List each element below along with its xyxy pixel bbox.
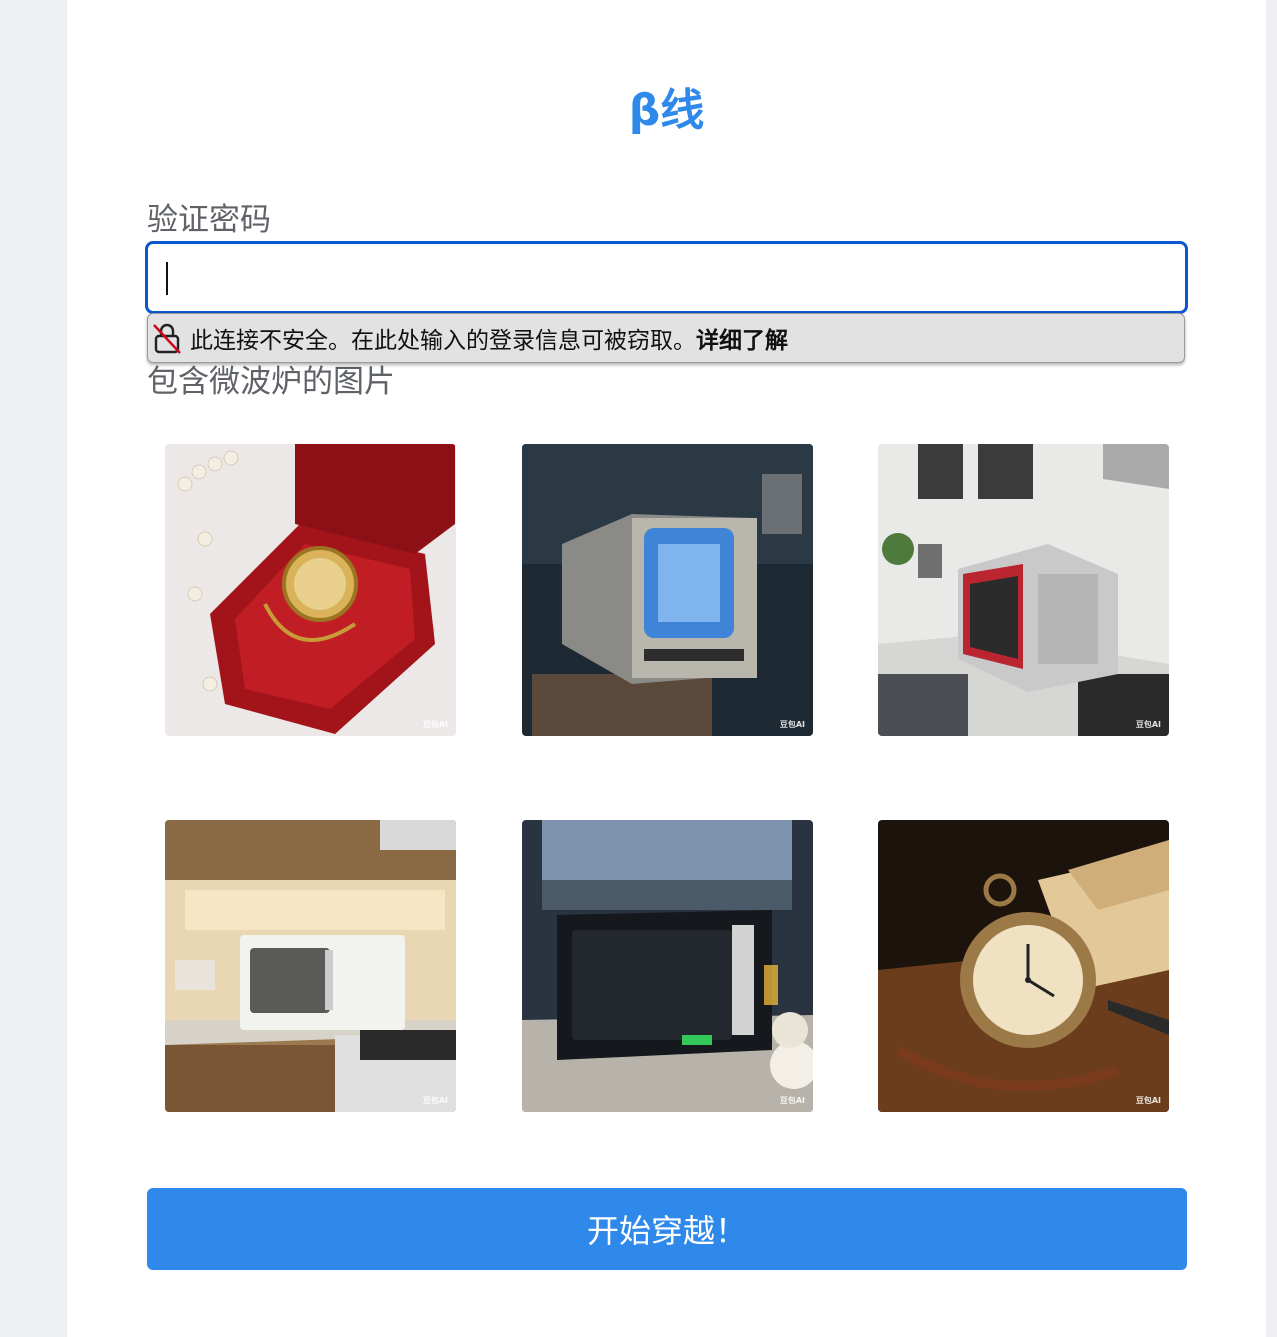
antique-pocket-watch-book-image (878, 820, 1169, 1112)
text-caret (166, 262, 168, 295)
page-title: β线 (628, 85, 705, 136)
captcha-image-5[interactable]: 豆包AI (522, 820, 813, 1112)
crt-television-image (522, 444, 813, 736)
watermark: 豆包AI (779, 1096, 805, 1105)
password-label: 验证密码 (147, 202, 271, 238)
white-microwave-countertop-image (165, 820, 456, 1112)
unlocked-padlock-icon (153, 323, 181, 354)
silver-microwave-kitchen-image (878, 444, 1169, 736)
watermark: 豆包AI (1135, 1096, 1161, 1105)
login-card: β线 验证密码 包含微波炉的图片 此连接不安全。在此处输入的登录信息可被窃取。详… (67, 0, 1266, 1337)
black-microwave-dining-table-image (522, 820, 813, 1112)
scrollbar[interactable] (1266, 0, 1277, 1337)
warning-text: 此连接不安全。在此处输入的登录信息可被窃取。 (190, 328, 696, 354)
captcha-image-2[interactable]: 豆包AI (522, 444, 813, 736)
password-input[interactable] (145, 241, 1188, 314)
pocket-watch-jewelry-box-image (165, 444, 456, 736)
captcha-image-1[interactable]: 豆包AI (165, 444, 456, 736)
learn-more-link[interactable]: 详细了解 (696, 321, 788, 355)
start-button[interactable]: 开始穿越！ (147, 1188, 1187, 1270)
insecure-connection-warning: 此连接不安全。在此处输入的登录信息可被窃取。 详细了解 (147, 313, 1185, 363)
captcha-image-3[interactable]: 豆包AI (878, 444, 1169, 736)
watermark: 豆包AI (779, 720, 805, 729)
watermark: 豆包AI (422, 1096, 448, 1105)
watermark: 豆包AI (1135, 720, 1161, 729)
watermark: 豆包AI (422, 720, 448, 729)
captcha-image-6[interactable]: 豆包AI (878, 820, 1169, 1112)
captcha-image-4[interactable]: 豆包AI (165, 820, 456, 1112)
